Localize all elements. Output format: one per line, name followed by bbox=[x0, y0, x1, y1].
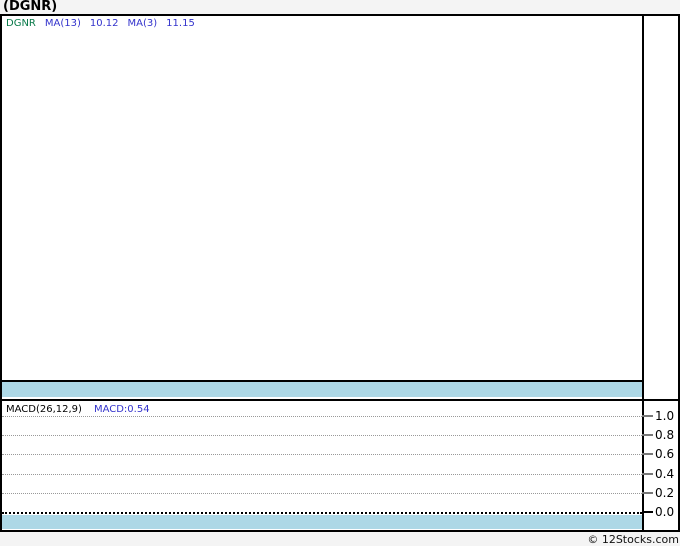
macd-zero-baseline bbox=[2, 512, 642, 514]
ma3-label: MA(3) bbox=[127, 18, 158, 29]
macd-pane-top-border bbox=[0, 399, 680, 401]
axis-tick-label: 0.2 bbox=[655, 486, 675, 500]
copyright-credit: © 12Stocks.com bbox=[587, 533, 679, 546]
chart-title: (DGNR) bbox=[3, 0, 58, 14]
axis-tick-label: 0.6 bbox=[655, 447, 675, 461]
ticker-symbol-label: DGNR bbox=[6, 18, 36, 29]
macd-gridline bbox=[2, 435, 642, 436]
ma3-value: 11.15 bbox=[166, 18, 195, 29]
axis-tick bbox=[642, 434, 653, 436]
macd-params-label: MACD(26,12,9) bbox=[6, 404, 82, 415]
axis-tick-label: 1.0 bbox=[655, 409, 675, 423]
highlight-band-upper bbox=[2, 382, 642, 397]
axis-tick-label: 0.4 bbox=[655, 467, 675, 481]
axis-tick bbox=[642, 511, 653, 513]
ma13-label: MA(13) bbox=[44, 18, 81, 29]
stock-chart-page: (DGNR) DGNR MA(13) 10.12 MA(3) 11.15 MACD(26… bbox=[0, 0, 680, 546]
axis-tick bbox=[642, 492, 653, 494]
axis-tick-label: 0.8 bbox=[655, 428, 675, 442]
axis-tick bbox=[642, 453, 653, 455]
macd-pane-legend: MACD(26,12,9) MACD:0.54 bbox=[6, 404, 150, 415]
axis-tick-label: 0.0 bbox=[655, 505, 675, 519]
ma13-value: 10.12 bbox=[89, 18, 119, 29]
axis-tick bbox=[642, 473, 653, 475]
macd-gridline bbox=[2, 493, 642, 494]
macd-gridline bbox=[2, 454, 642, 455]
macd-value-label: MACD:0.54 bbox=[93, 404, 150, 415]
macd-gridline bbox=[2, 416, 642, 417]
macd-gridline bbox=[2, 474, 642, 475]
axis-tick bbox=[642, 415, 653, 417]
highlight-band-lower bbox=[2, 515, 642, 529]
price-pane-legend: DGNR MA(13) 10.12 MA(3) 11.15 bbox=[6, 18, 204, 29]
